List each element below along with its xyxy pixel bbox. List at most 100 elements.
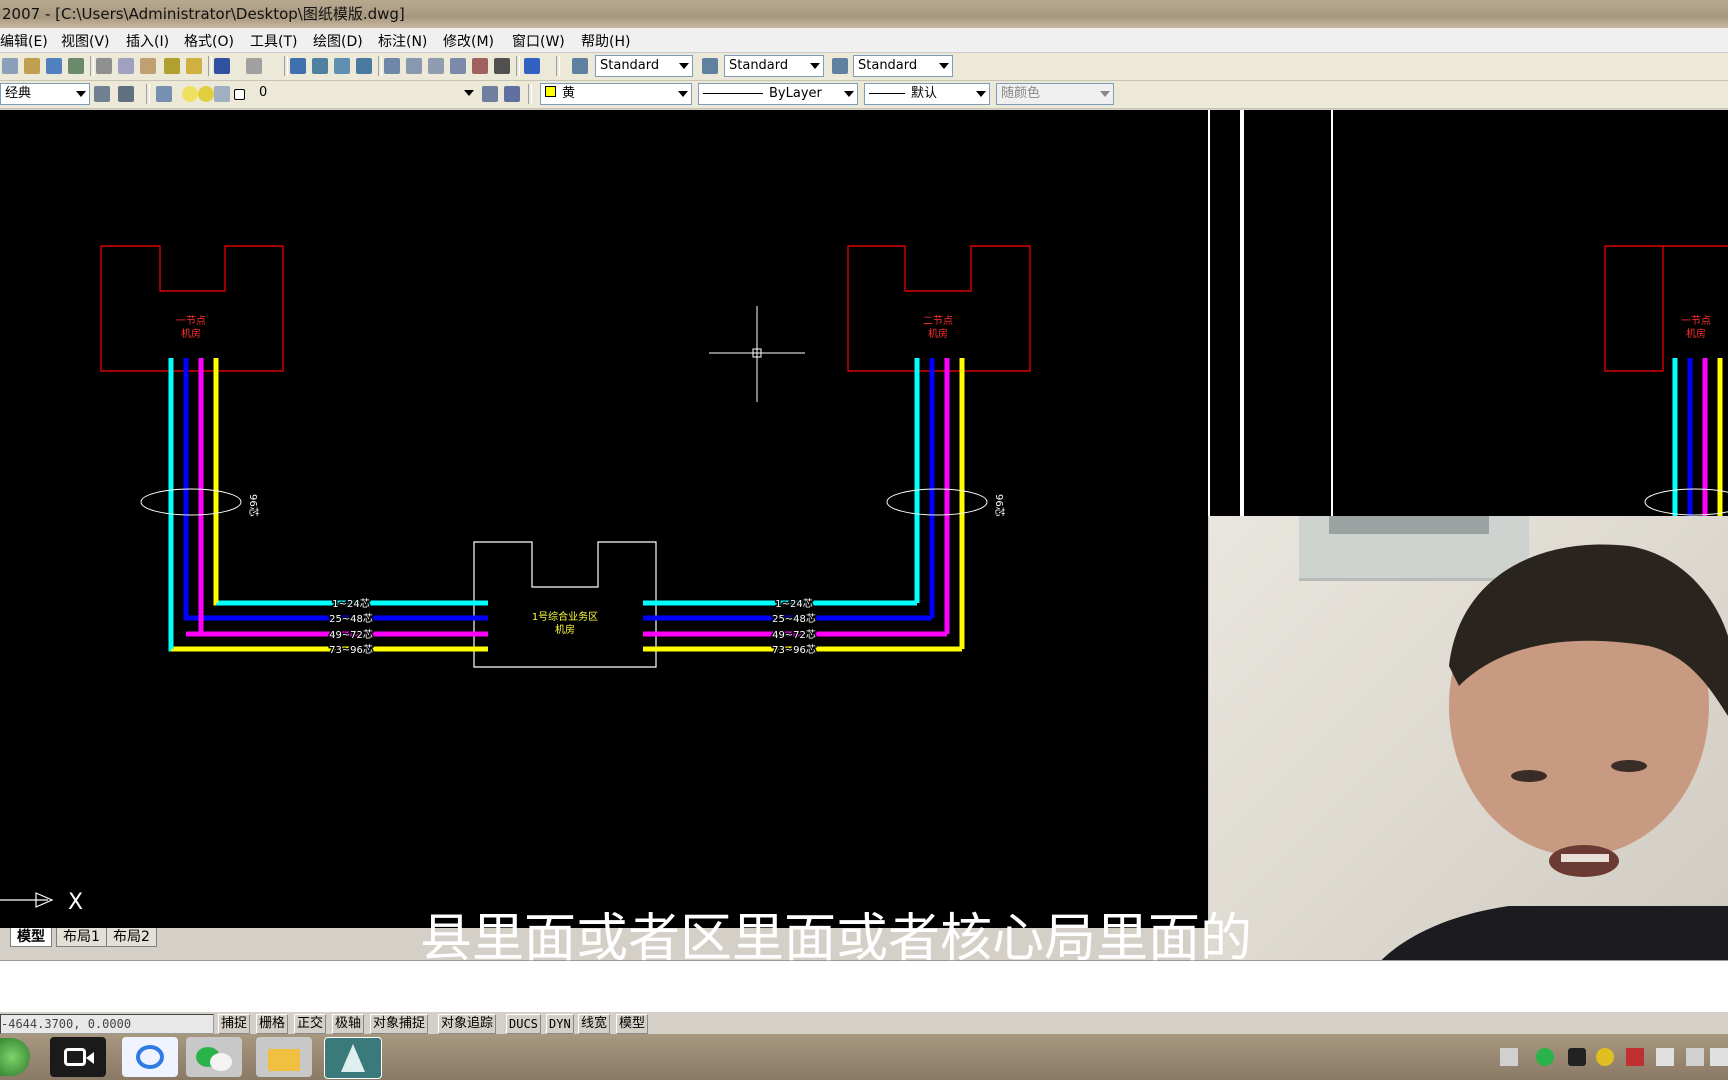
- layer-select[interactable]: 0: [255, 83, 477, 105]
- snap-toggle[interactable]: 捕捉: [218, 1014, 251, 1034]
- menu-help[interactable]: 帮助(H): [581, 31, 630, 51]
- text-style-icon[interactable]: [572, 58, 588, 74]
- center-room-outline: [473, 541, 657, 668]
- save-icon[interactable]: [46, 58, 62, 74]
- text-style-select[interactable]: Standard: [595, 55, 693, 77]
- table-style-select[interactable]: Standard: [853, 55, 953, 77]
- baidu-netdisk-icon[interactable]: [122, 1037, 178, 1077]
- center-label-2: 机房: [555, 623, 575, 636]
- dyn-toggle[interactable]: DYN: [546, 1014, 574, 1034]
- model-toggle[interactable]: 模型: [616, 1014, 649, 1034]
- tab-layout1[interactable]: 布局1: [56, 928, 107, 947]
- paste-icon[interactable]: [140, 58, 156, 74]
- network-tray-icon[interactable]: [1686, 1048, 1704, 1066]
- otrack-toggle[interactable]: 对象追踪: [438, 1014, 497, 1034]
- new-icon[interactable]: [2, 58, 18, 74]
- tool-palettes-icon[interactable]: [428, 58, 444, 74]
- volume-tray-icon[interactable]: [1710, 1048, 1728, 1066]
- workspace-select[interactable]: 经典: [0, 83, 90, 105]
- webcam-overlay: [1209, 516, 1728, 992]
- workspace-settings-icon[interactable]: [94, 86, 110, 102]
- wechat-icon[interactable]: [186, 1037, 242, 1077]
- layer-lock-icon[interactable]: [214, 86, 230, 102]
- make-layer-current-icon[interactable]: [482, 86, 498, 102]
- start-icon[interactable]: [0, 1038, 30, 1076]
- linetype-select[interactable]: ByLayer: [698, 83, 858, 105]
- design-center-icon[interactable]: [406, 58, 422, 74]
- help-icon[interactable]: [524, 58, 540, 74]
- calculator-icon[interactable]: [494, 58, 510, 74]
- menu-draw[interactable]: 绘图(D): [313, 31, 363, 51]
- dim-style-select[interactable]: Standard: [724, 55, 824, 77]
- node1-label-1: 一节点: [176, 315, 206, 327]
- camera-tray-icon[interactable]: [1568, 1048, 1586, 1066]
- yellow-swatch-icon: [545, 86, 556, 97]
- markup-icon[interactable]: [472, 58, 488, 74]
- layer-freeze-icon[interactable]: [198, 86, 214, 102]
- menu-format[interactable]: 格式(O): [184, 31, 234, 51]
- usb-tray-icon[interactable]: [1626, 1048, 1644, 1066]
- color-select[interactable]: 黄: [540, 83, 692, 105]
- right-cable-bundle-mark: [886, 488, 988, 516]
- lineweight-toggle[interactable]: 线宽: [578, 1014, 611, 1034]
- left-cable-magenta: [198, 358, 488, 637]
- layer-on-icon[interactable]: [182, 86, 198, 102]
- menu-modify[interactable]: 修改(M): [443, 31, 494, 51]
- keyboard-icon[interactable]: [1500, 1048, 1518, 1066]
- camera-app-icon[interactable]: [50, 1037, 106, 1077]
- zoom-previous-icon[interactable]: [356, 58, 372, 74]
- properties-icon[interactable]: [384, 58, 400, 74]
- menu-view[interactable]: 视图(V): [61, 31, 110, 51]
- lineweight-select[interactable]: 默认: [864, 83, 990, 105]
- save-workspace-icon[interactable]: [118, 86, 134, 102]
- drawing-svg[interactable]: 一节点 机房 二节点 机房 1号综合业务区 机房 1~24芯 25~48芯 49…: [0, 110, 1208, 928]
- autocad-icon[interactable]: [324, 1037, 382, 1079]
- osnap-toggle[interactable]: 对象捕捉: [370, 1014, 429, 1034]
- ducs-toggle[interactable]: DUCS: [506, 1014, 541, 1034]
- grid-toggle[interactable]: 栅格: [256, 1014, 289, 1034]
- node1-copy-label-1: 一节点: [1681, 315, 1711, 327]
- zoom-realtime-icon[interactable]: [312, 58, 328, 74]
- power-tray-icon[interactable]: [1656, 1048, 1674, 1066]
- zoom-window-icon[interactable]: [334, 58, 350, 74]
- right-core-label-2: 25~48芯: [772, 612, 816, 625]
- undo-icon[interactable]: [214, 58, 230, 74]
- menu-edit[interactable]: 编辑(E): [0, 31, 48, 51]
- file-explorer-icon[interactable]: [256, 1037, 312, 1077]
- security-tray-icon[interactable]: [1596, 1048, 1614, 1066]
- node1-copy-outline: [1604, 245, 1728, 372]
- right-core-label-1: 1~24芯: [775, 597, 812, 610]
- redo-icon[interactable]: [246, 58, 262, 74]
- sheet-set-icon[interactable]: [450, 58, 466, 74]
- tab-layout2[interactable]: 布局2: [106, 928, 157, 947]
- ortho-toggle[interactable]: 正交: [294, 1014, 327, 1034]
- match-properties-icon[interactable]: [164, 58, 180, 74]
- left-core-label-4: 73~96芯: [329, 643, 373, 656]
- menu-window[interactable]: 窗口(W): [512, 31, 565, 51]
- tab-model[interactable]: 模型: [10, 928, 52, 947]
- copy-icon[interactable]: [118, 58, 134, 74]
- dim-style-icon[interactable]: [702, 58, 718, 74]
- layer-manager-icon[interactable]: [156, 86, 172, 102]
- pan-icon[interactable]: [290, 58, 306, 74]
- block-editor-icon[interactable]: [186, 58, 202, 74]
- layer-previous-icon[interactable]: [504, 86, 520, 102]
- drawing-canvas[interactable]: 一节点 机房 二节点 机房 1号综合业务区 机房 1~24芯 25~48芯 49…: [0, 110, 1208, 928]
- cut-icon[interactable]: [96, 58, 112, 74]
- left-core-label-1: 1~24芯: [332, 597, 369, 610]
- second-viewport[interactable]: 一节点 机房: [1208, 110, 1728, 516]
- menu-dimension[interactable]: 标注(N): [378, 31, 427, 51]
- video-subtitle: 县里面或者区里面或者核心局里面的: [420, 909, 1253, 969]
- center-label-1: 1号综合业务区: [532, 610, 598, 623]
- plot-icon[interactable]: [68, 58, 84, 74]
- left-cable-count: 96芯: [247, 494, 260, 517]
- status-bar: -4644.3700, 0.0000 捕捉 栅格 正交 极轴 对象捕捉 对象追踪…: [0, 1012, 1728, 1034]
- wechat-tray-icon[interactable]: [1536, 1048, 1554, 1066]
- polar-toggle[interactable]: 极轴: [332, 1014, 365, 1034]
- layers-toolbar: 经典 0 黄 ByLayer 默认 随颜色: [0, 81, 1728, 109]
- open-icon[interactable]: [24, 58, 40, 74]
- left-core-label-3: 49~72芯: [329, 628, 373, 641]
- menu-tools[interactable]: 工具(T): [250, 31, 297, 51]
- menu-insert[interactable]: 插入(I): [126, 31, 169, 51]
- table-style-icon[interactable]: [832, 58, 848, 74]
